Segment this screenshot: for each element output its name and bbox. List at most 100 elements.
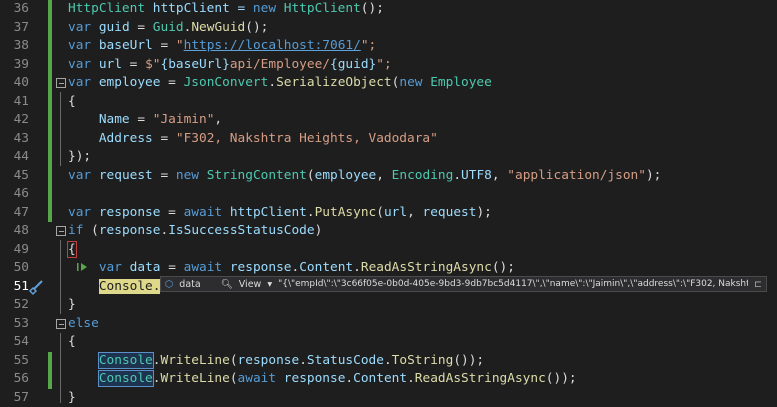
code-token: httpClient = [145,1,253,16]
code-token: WriteLine [160,353,229,368]
code-token: ReadAsStringAsync [361,260,492,275]
view-button[interactable]: View [239,279,262,290]
code-text: Name = "Jaimin", [68,111,222,130]
code-token: Name [68,112,130,127]
change-marker [48,0,52,19]
code-token: StatusCode [307,353,384,368]
code-token: } [68,297,76,312]
code-line[interactable]: 54{ [0,333,777,352]
collapse-icon[interactable] [56,78,66,88]
code-token: httpClient [230,205,307,220]
code-token [68,371,99,386]
code-text: { [68,93,76,112]
code-line[interactable]: 47var response = await httpClient.PutAsy… [0,204,777,223]
code-token: UTF8 [461,168,492,183]
code-token: "; [376,57,391,72]
code-token: await [184,205,230,220]
code-token: ( [376,205,384,220]
code-token: await [184,260,230,275]
code-token: response [238,353,300,368]
change-marker [48,93,52,112]
code-line[interactable]: 45var request = new StringContent(employ… [0,167,777,186]
code-token: baseUrl [99,38,153,53]
chevron-down-icon[interactable]: ▾ [267,279,272,290]
code-token: "F302, Nakshtra Heights, Vadodara" [176,131,438,146]
code-line[interactable]: 39var url = $"{baseUrl}api/Employee/{gui… [0,56,777,75]
code-token: HttpClient [68,1,145,16]
code-text: } [68,389,76,407]
code-token [68,279,99,294]
code-line[interactable]: 43 Address = "F302, Nakshtra Heights, Va… [0,130,777,149]
code-token: . [307,205,315,220]
code-line[interactable]: 36HttpClient httpClient = new HttpClient… [0,0,777,19]
code-line[interactable]: 44}); [0,148,777,167]
code-line[interactable]: 49{ [0,241,777,260]
code-token: }); [68,149,91,164]
code-token: ( [230,353,238,368]
code-token: "application/json" [507,168,646,183]
code-line[interactable]: 40var employee = JsonConvert.SerializeOb… [0,74,777,93]
code-token: var [99,260,130,275]
code-token: response [99,223,161,238]
code-token: = [160,75,183,90]
code-token: ReadAsStringAsync [415,371,546,386]
code-text: if (response.IsSuccessStatusCode) [68,222,322,241]
code-line[interactable]: 56 Console.WriteLine(await response.Cont… [0,370,777,389]
magnifier-icon[interactable]: 🔍︎ [221,279,233,290]
line-number: 50 [0,259,29,278]
line-number: 41 [0,93,29,112]
code-token: if [68,223,83,238]
debug-pen-icon[interactable] [27,279,45,297]
variable-icon: ⬡ [165,279,173,290]
line-number: 51 [0,278,29,297]
code-token: new [253,1,284,16]
code-line[interactable]: 50 var data = await response.Content.Rea… [0,259,777,278]
code-line[interactable]: 42 Name = "Jaimin", [0,111,777,130]
code-token: ()); [453,353,484,368]
line-number: 42 [0,111,29,130]
code-token: Employee [430,75,492,90]
change-marker [48,167,52,186]
code-token: . [353,260,361,275]
code-text: } [68,296,76,315]
code-text: Console. [68,278,160,297]
code-token: var [68,38,99,53]
code-line[interactable]: 55 Console.WriteLine(response.StatusCode… [0,352,777,371]
change-marker [48,56,52,75]
datatip-value[interactable]: "{\"empId\":\"3c66f05e-0b0d-405e-9bd3-9d… [278,279,748,289]
code-token: (); [361,1,384,16]
change-marker [48,37,52,56]
code-token: = [153,168,176,183]
code-token: NewGuid [191,20,245,35]
code-token: . [384,353,392,368]
code-text: var baseUrl = "https://localhost:7061/"; [68,37,376,56]
code-token: , [407,205,422,220]
code-token: request [423,205,477,220]
code-line[interactable]: 37var guid = Guid.NewGuid(); [0,19,777,38]
code-token: . [453,168,461,183]
code-line[interactable]: 52} [0,296,777,315]
outline-guide [60,240,61,314]
code-token: var [68,57,99,72]
code-line[interactable]: 48if (response.IsSuccessStatusCode) [0,222,777,241]
code-token: { [68,242,76,257]
code-text: var request = new StringContent(employee… [68,167,661,186]
code-token: Content [299,260,353,275]
collapse-icon[interactable] [56,319,66,329]
code-line[interactable]: 53else [0,315,777,334]
code-line[interactable]: 38var baseUrl = "https://localhost:7061/… [0,37,777,56]
code-token: ToString [392,353,454,368]
code-line[interactable]: 46 [0,185,777,204]
code-token: data [130,260,161,275]
collapse-icon[interactable] [56,226,66,236]
code-line[interactable]: 57} [0,389,777,407]
code-token: "Jaimin" [153,112,215,127]
outline-guide [60,333,61,403]
code-token: HttpClient [284,1,361,16]
pin-icon[interactable]: ⊏ [754,279,766,290]
run-to-click-icon[interactable] [76,261,90,273]
code-line[interactable]: 41 { [0,93,777,112]
code-token: SerializeObject [276,75,392,90]
line-number: 53 [0,315,29,334]
code-token: ); [476,205,491,220]
